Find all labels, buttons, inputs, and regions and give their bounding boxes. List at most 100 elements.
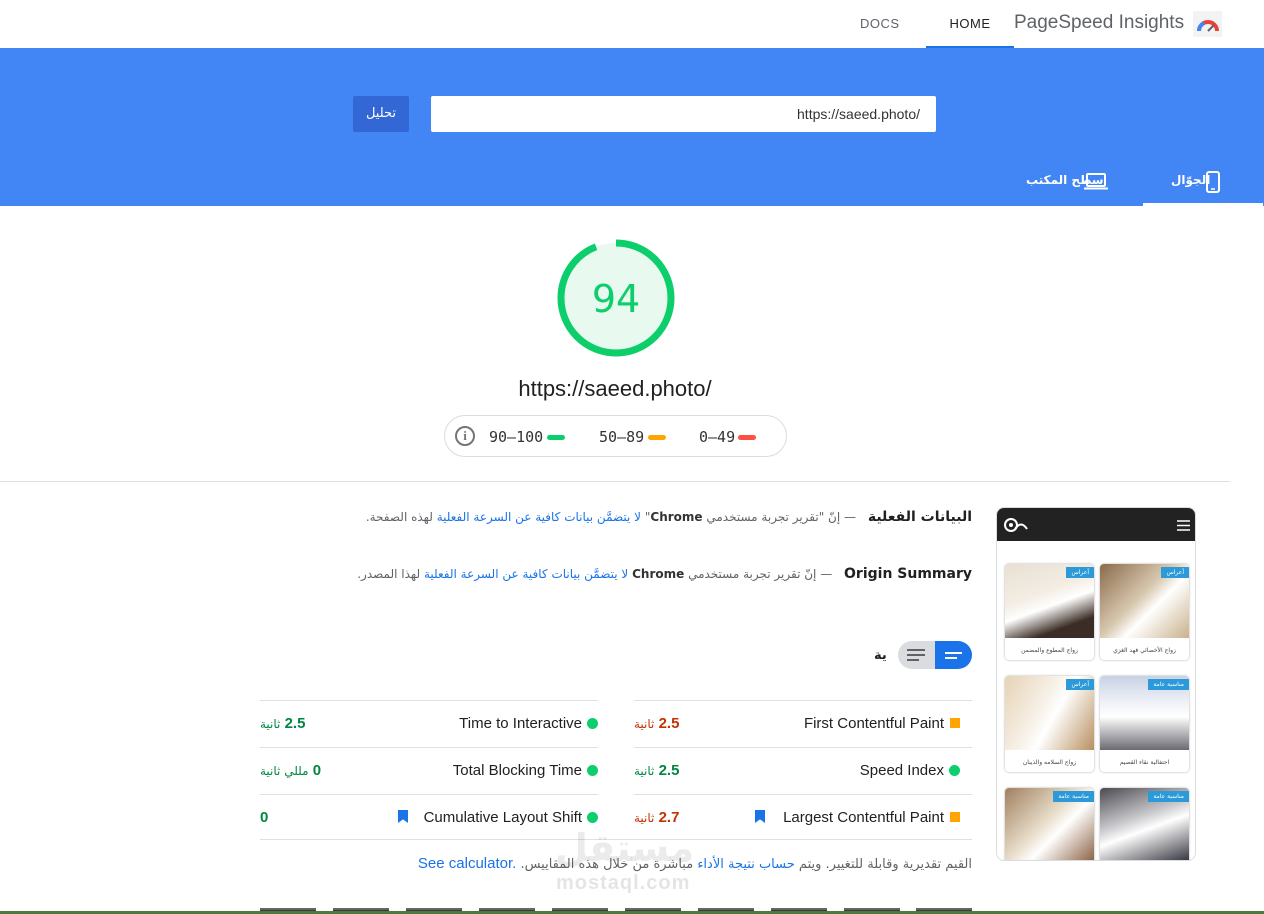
analyze-button[interactable]: تحليل [353,96,409,132]
preview-card-tag: مناسبة عامة [1053,791,1094,802]
metric-value-unit: ثانية [260,717,281,731]
tab-mobile-label: الجوّال [1171,173,1211,187]
metric-value-number: 0 [260,809,269,826]
good-dot-icon [949,765,960,776]
origin-summary-title: Origin Summary [844,566,972,582]
metrics-view-toggle[interactable] [898,641,972,669]
good-dot-icon [587,765,598,776]
preview-site-header [997,508,1195,541]
metric-value-number: 2.5 [284,715,306,732]
top-navigation-bar: DOCS HOME PageSpeed Insights [0,0,1264,48]
metric-value-unit: ثانية [634,811,655,825]
legend-average-range: 50–89 [599,428,645,446]
preview-card-tag: مناسبة عامة [1148,791,1189,802]
score-legend: i 90–100 50–89 0–49 [444,415,787,457]
origin-summary-chrome: Chrome [632,567,685,581]
field-data-title: البيانات الفعلية [867,509,972,525]
compact-view-button[interactable] [935,641,972,669]
metric-time-to-interactive: Time to Interactive 2.5 ثانية [260,700,598,747]
metric-value: 2.7 ثانية [634,809,679,826]
metric-value: 2.5 ثانية [260,715,305,732]
preview-card-caption: زواج المطوع والمضمن [1021,647,1078,654]
good-dot-icon [587,812,598,823]
brand-title[interactable]: PageSpeed Insights [1014,12,1184,34]
origin-summary-dash: — [820,567,833,581]
metric-value: 0 [260,809,268,826]
metric-total-blocking-time: Total Blocking Time 0 مللي ثانية [260,747,598,794]
metric-value-number: 2.5 [658,715,680,732]
lab-data-label: ية [874,648,887,663]
metric-name: Largest Contentful Paint [783,809,944,826]
preview-card-caption: احتفالية نقاء القصيم [1119,759,1170,766]
preview-card-caption: زواج السلامه والذيبان [1022,759,1077,766]
legend-good-swatch [547,435,565,440]
performance-score-link[interactable]: حساب نتيجة الأداء [697,857,794,872]
see-calculator-link[interactable]: See calculator. [418,855,516,872]
metric-value-number: 0 [312,762,322,779]
metric-value: 0 مللي ثانية [260,762,321,779]
preview-card-tag: مناسبة عامة [1148,679,1189,690]
metric-name: Cumulative Layout Shift [423,809,582,826]
metric-value-unit: مللي ثانية [260,764,309,778]
pagespeed-logo-icon[interactable] [1193,11,1222,37]
field-data-suffix: لهذه الصفحة. [365,510,433,524]
metric-value: 2.5 ثانية [634,715,679,732]
tested-url: https://saeed.photo/ [518,376,712,401]
preview-card-tag: أعراس [1066,679,1094,690]
performance-score: 94 [591,277,641,321]
preview-card: أعراس زواج السلامه والذيبان [1005,676,1094,772]
metric-name: Total Blocking Time [452,762,582,779]
metric-value-number: 2.5 [658,762,680,779]
legend-poor-range: 0–49 [699,428,736,446]
preview-card-caption: زواج الأخصائي فهد الغزي [1113,647,1176,654]
field-data-row: البيانات الفعلية — إنّ "تقرير تجربة مستخ… [366,509,972,525]
legend-poor-swatch [738,435,756,440]
expanded-view-button[interactable] [898,641,935,669]
bookmark-icon [398,810,408,823]
legend-good-range: 90–100 [489,428,544,446]
field-data-dash: — [844,510,857,524]
site-logo-icon [1004,518,1028,532]
good-dot-icon [587,718,598,729]
preview-card: مناسبة عامة [1100,788,1189,860]
section-divider [0,481,1230,482]
calc-note-prefix: القيم تقديرية وقابلة للتغيير. ويتم [798,857,972,872]
metric-name: First Contentful Paint [803,715,944,732]
metric-value-unit: ثانية [634,717,655,731]
bookmark-icon [755,810,765,823]
preview-card: مناسبة عامة [1005,788,1094,860]
average-square-icon [950,718,960,728]
legend-average-swatch [648,435,666,440]
list-view-icon [907,649,925,661]
origin-summary-link[interactable]: لا يتضمَّن بيانات كافية عن السرعة الفعلي… [424,567,628,581]
average-square-icon [950,812,960,822]
nav-home-link[interactable]: HOME [926,0,1014,48]
metric-value-number: 2.7 [658,809,680,826]
field-data-text: إنّ "تقرير تجربة مستخدمي [706,510,841,524]
info-icon[interactable]: i [455,426,475,446]
metric-value: 2.5 ثانية [634,762,679,779]
field-data-chrome: Chrome [650,510,703,524]
metric-name: Speed Index [859,762,944,779]
origin-summary-suffix: لهذا المصدر. [357,567,421,581]
search-hero: تحليل الجوّال سطح المكتب [0,48,1264,206]
preview-card: مناسبة عامة احتفالية نقاء القصيم [1100,676,1189,772]
metric-value-unit: ثانية [634,764,655,778]
origin-summary-row: Origin Summary — إنّ تقرير تجربة مستخدمي… [357,566,972,582]
origin-summary-text: إنّ تقرير تجربة مستخدمي [688,567,817,581]
tab-mobile[interactable]: الجوّال [1143,160,1263,206]
watermark-domain: mostaql.com [556,872,691,894]
field-data-link[interactable]: لا يتضمَّن بيانات كافية عن السرعة الفعلي… [437,510,641,524]
tab-desktop-label: سطح المكتب [1026,173,1104,187]
metric-speed-index: Speed Index 2.5 ثانية [634,747,972,794]
nav-docs-link[interactable]: DOCS [860,16,900,31]
metric-cumulative-layout-shift: Cumulative Layout Shift 0 [260,794,598,841]
compact-view-icon [945,652,962,659]
watermark-arabic: مستقل [555,826,694,870]
url-input[interactable] [431,96,936,132]
preview-card: أعراس زواج الأخصائي فهد الغزي [1100,564,1189,660]
preview-card-tag: أعراس [1161,567,1189,578]
preview-card-tag: أعراس [1066,567,1094,578]
tab-desktop[interactable]: سطح المكتب [1010,160,1130,206]
hamburger-menu-icon [1177,520,1190,531]
